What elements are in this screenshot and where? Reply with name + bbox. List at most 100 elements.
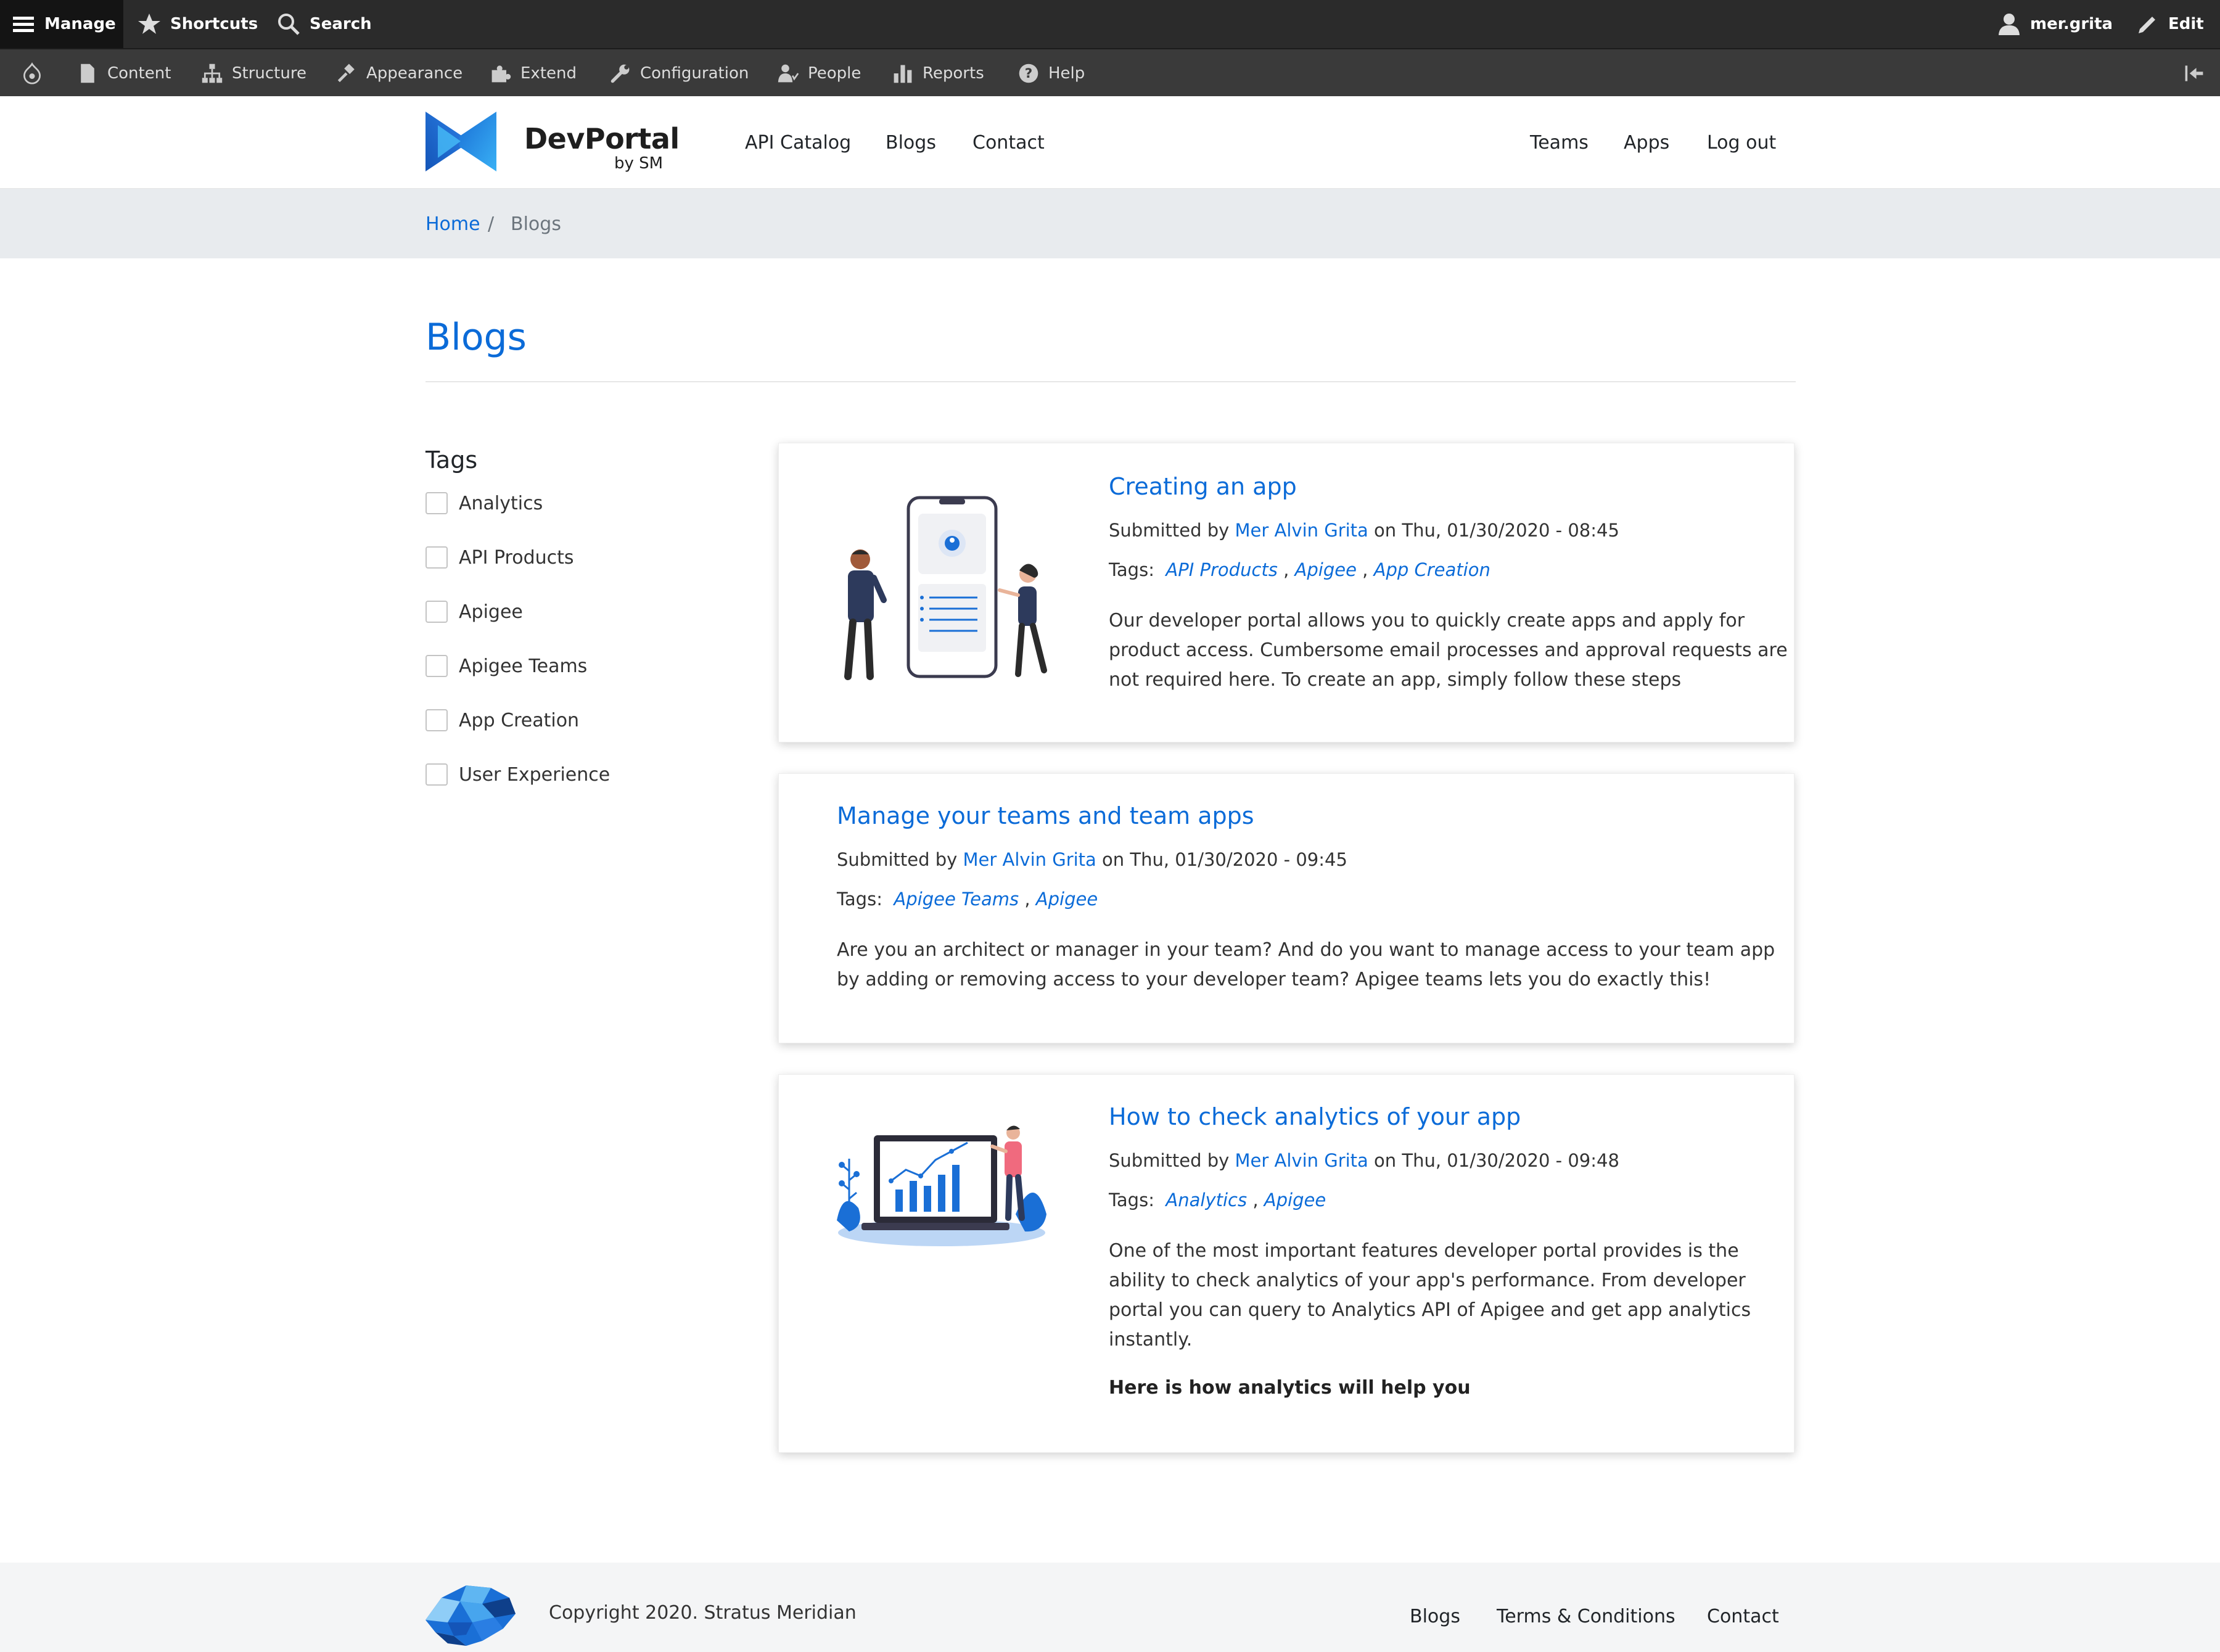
post-author-link[interactable]: Mer Alvin Grita <box>1235 1150 1368 1171</box>
tag-filter-app-creation[interactable]: App Creation <box>426 708 579 733</box>
menu-configuration-label: Configuration <box>640 64 749 83</box>
menu-help-label: Help <box>1048 64 1085 83</box>
search-tab[interactable]: Search <box>276 0 372 48</box>
menu-content-label: Content <box>107 64 171 83</box>
post-tag-link[interactable]: App Creation <box>1374 559 1490 580</box>
menu-reports[interactable]: Reports <box>892 49 984 97</box>
tag-filter-user-experience[interactable]: User Experience <box>426 762 610 787</box>
post-tag-link[interactable]: API Products <box>1166 559 1277 580</box>
tag-checkbox[interactable] <box>426 655 448 677</box>
breadcrumb-home[interactable]: Home <box>426 213 480 235</box>
post-meta: Submitted by Mer Alvin Grita on Thu, 01/… <box>1109 1150 1619 1171</box>
nav-logout[interactable]: Log out <box>1707 132 1776 154</box>
menu-appearance-label: Appearance <box>366 64 463 83</box>
post-author-link[interactable]: Mer Alvin Grita <box>963 849 1096 870</box>
tags-label: Tags: <box>837 889 882 910</box>
toolbar-orientation-toggle[interactable] <box>2183 49 2214 97</box>
user-icon <box>1999 14 2020 35</box>
admin-menu: Content Structure Appearance Extend Conf… <box>0 48 2220 96</box>
tag-label: API Products <box>459 546 574 569</box>
blog-card: Creating an app Submitted by Mer Alvin G… <box>778 443 1794 742</box>
nav-apps[interactable]: Apps <box>1624 132 1669 154</box>
summary-line: Are you an architect or manager in your … <box>837 939 1775 961</box>
post-author-link[interactable]: Mer Alvin Grita <box>1235 520 1368 541</box>
manage-tab[interactable]: Manage <box>0 0 123 48</box>
footer-blogs-link[interactable]: Blogs <box>1410 1606 1460 1627</box>
post-tag-link[interactable]: Apigee <box>1295 559 1357 580</box>
post-meta: Submitted by Mer Alvin Grita on Thu, 01/… <box>1109 520 1619 541</box>
post-summary: Are you an architect or manager in your … <box>837 935 1775 995</box>
tag-filter-api-products[interactable]: API Products <box>426 545 574 570</box>
menu-appearance[interactable]: Appearance <box>335 49 462 97</box>
svg-text:?: ? <box>1025 66 1033 81</box>
tag-filter-analytics[interactable]: Analytics <box>426 491 543 516</box>
menu-extend[interactable]: Extend <box>490 49 577 97</box>
post-tag-link[interactable]: Apigee <box>1264 1190 1326 1210</box>
nav-contact[interactable]: Contact <box>972 132 1045 154</box>
search-icon <box>278 14 300 35</box>
devportal-logo-icon[interactable] <box>426 112 496 171</box>
post-tag-link[interactable]: Apigee Teams <box>894 889 1019 910</box>
tag-checkbox[interactable] <box>426 601 448 623</box>
summary-line: portal you can query to Analytics API of… <box>1109 1299 1751 1321</box>
tag-checkbox[interactable] <box>426 546 448 569</box>
shortcuts-tab[interactable]: Shortcuts <box>137 0 258 48</box>
post-title[interactable]: Manage your teams and team apps <box>837 802 1254 829</box>
nav-api-catalog[interactable]: API Catalog <box>745 132 851 154</box>
star-icon <box>138 14 160 34</box>
nav-teams[interactable]: Teams <box>1530 132 1589 154</box>
tag-filter-apigee-teams[interactable]: Apigee Teams <box>426 654 587 678</box>
post-title[interactable]: Creating an app <box>1109 473 1297 500</box>
site-footer: Copyright 2020. Stratus Meridian Blogs T… <box>0 1563 2220 1652</box>
user-menu[interactable]: mer.grita <box>1997 0 2113 48</box>
edit-tab[interactable]: Edit <box>2135 0 2204 48</box>
brand-title[interactable]: DevPortal <box>524 122 680 155</box>
footer-copyright: Copyright 2020. Stratus Meridian <box>549 1602 857 1624</box>
blog-card: How to check analytics of your app Submi… <box>778 1074 1794 1453</box>
tag-label: Analytics <box>459 492 543 514</box>
menu-structure[interactable]: Structure <box>201 49 306 97</box>
submitted-by: Submitted by <box>1109 520 1230 541</box>
collapse-icon <box>2185 65 2203 81</box>
summary-line: not required here. To create an app, sim… <box>1109 669 1682 691</box>
sitemap-icon <box>202 64 223 83</box>
tag-checkbox[interactable] <box>426 763 448 786</box>
breadcrumb-separator: / <box>488 213 495 235</box>
post-tag-link[interactable]: Analytics <box>1166 1190 1247 1210</box>
footer-contact-link[interactable]: Contact <box>1707 1606 1779 1627</box>
admin-toolbar: Manage Shortcuts Search mer.grita Edit <box>0 0 2220 48</box>
tag-label: App Creation <box>459 709 580 731</box>
summary-line: ability to check analytics of your app's… <box>1109 1270 1746 1291</box>
tag-checkbox[interactable] <box>426 492 448 514</box>
tag-checkbox[interactable] <box>426 709 448 731</box>
footer-terms-link[interactable]: Terms & Conditions <box>1497 1606 1675 1627</box>
post-date: on Thu, 01/30/2020 - 09:48 <box>1374 1150 1619 1171</box>
summary-line: Our developer portal allows you to quick… <box>1109 610 1745 631</box>
submitted-by: Submitted by <box>1109 1150 1230 1171</box>
drupal-home[interactable] <box>21 49 52 97</box>
phone-illustration[interactable] <box>831 491 1051 690</box>
post-subheading: Here is how analytics will help you <box>1109 1377 1471 1399</box>
post-title[interactable]: How to check analytics of your app <box>1109 1103 1521 1130</box>
drupal-icon <box>23 62 41 84</box>
tag-label: Apigee <box>459 601 523 623</box>
menu-icon <box>13 17 34 32</box>
analytics-illustration[interactable] <box>831 1122 1051 1247</box>
search-label: Search <box>310 15 372 33</box>
post-summary: Our developer portal allows you to quick… <box>1109 606 1788 695</box>
manage-label: Manage <box>44 15 116 33</box>
menu-people-label: People <box>808 64 861 83</box>
menu-people[interactable]: People <box>777 49 861 97</box>
menu-extend-label: Extend <box>520 64 577 83</box>
tag-label: User Experience <box>459 763 610 786</box>
breadcrumb: Home / Blogs <box>0 189 2220 258</box>
post-tag-link[interactable]: Apigee <box>1036 889 1098 910</box>
tag-filter-apigee[interactable]: Apigee <box>426 599 523 624</box>
nav-blogs[interactable]: Blogs <box>886 132 936 154</box>
menu-help[interactable]: ? Help <box>1018 49 1085 97</box>
post-date: on Thu, 01/30/2020 - 08:45 <box>1374 520 1619 541</box>
menu-content[interactable]: Content <box>76 49 171 97</box>
post-meta: Submitted by Mer Alvin Grita on Thu, 01/… <box>837 849 1347 870</box>
menu-configuration[interactable]: Configuration <box>609 49 749 97</box>
blog-card: Manage your teams and team apps Submitte… <box>778 773 1794 1043</box>
